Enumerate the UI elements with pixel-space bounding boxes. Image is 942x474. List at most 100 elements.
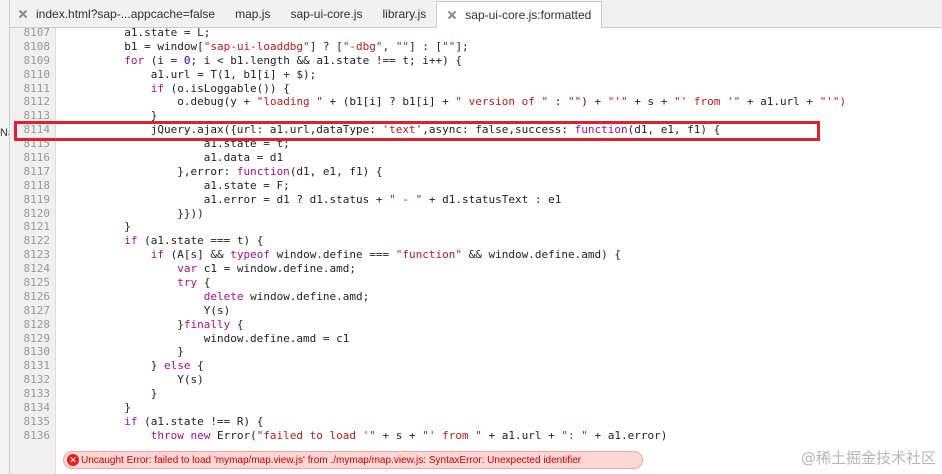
- line-number[interactable]: 8119: [10, 193, 51, 207]
- code-text: if (a1.state !== R) {: [58, 415, 263, 429]
- line-number[interactable]: 8126: [10, 290, 51, 304]
- line-number[interactable]: 8131: [10, 359, 51, 373]
- code-line: 8110 a1.url = T(1, b1[i] + $);: [10, 68, 942, 82]
- code-editor[interactable]: 8107 a1.state = L; 8108 b1 = window["sap-…: [10, 26, 942, 443]
- close-tab-icon[interactable]: [447, 10, 457, 20]
- close-tab-icon[interactable]: [18, 9, 28, 19]
- code-line: 8128 }finally {: [10, 318, 942, 332]
- code-token: + a1.url +: [740, 95, 820, 109]
- tab-label: sap-ui-core.js:formatted: [465, 7, 592, 22]
- code-token: if: [150, 248, 164, 262]
- watermark-text: @稀土掘金技术社区: [800, 449, 936, 467]
- code-token: "'": [607, 95, 628, 109]
- code-text: }: [58, 345, 184, 359]
- code-text: a1.url = T(1, b1[i] + $);: [58, 67, 317, 82]
- error-icon: ✕: [67, 454, 79, 466]
- code-text: }: [58, 401, 131, 415]
- line-number[interactable]: 8134: [10, 401, 51, 415]
- code-token: ) +: [581, 95, 608, 109]
- editor-tab[interactable]: sap-ui-core.js:formatted: [436, 1, 603, 28]
- code-token: a1.state = F;: [203, 178, 290, 192]
- code-token: {: [190, 359, 204, 373]
- line-number[interactable]: 8107: [10, 26, 51, 40]
- code-text: if (A[s] && typeof window.define === "fu…: [58, 248, 621, 262]
- code-line: 8133 }: [10, 387, 942, 401]
- code-text: }: [58, 387, 158, 401]
- code-token: (i =: [144, 53, 184, 67]
- code-token: if: [124, 234, 138, 248]
- code-text: window.define.amd = c1: [58, 332, 350, 346]
- code-line: 8130 }: [10, 345, 942, 359]
- code-line: 8123 if (A[s] && typeof window.define ==…: [10, 248, 942, 262]
- code-token: window.define ===: [269, 248, 396, 262]
- code-text: },error: function(d1, e1, f1) {: [58, 165, 382, 179]
- tab-label: index.html?sap-...appcache=false: [36, 7, 216, 21]
- line-number[interactable]: 8136: [10, 429, 51, 443]
- editor-tab[interactable]: library.js: [372, 1, 436, 27]
- code-token: + a1.url +: [481, 428, 562, 442]
- code-token: + d1.statusText : e1: [422, 192, 562, 206]
- code-text: if (a1.state === t) {: [58, 234, 263, 248]
- tab-label: map.js: [235, 7, 271, 21]
- line-number[interactable]: 8128: [10, 318, 51, 332]
- line-number[interactable]: 8112: [10, 95, 51, 109]
- code-line: 8129 window.define.amd = c1: [10, 332, 942, 346]
- code-token: }: [124, 401, 131, 415]
- line-number[interactable]: 8109: [10, 54, 51, 68]
- line-number[interactable]: 8124: [10, 262, 51, 276]
- code-token: " version of ": [455, 95, 549, 109]
- code-token: }: [177, 345, 184, 359]
- line-number[interactable]: 8133: [10, 387, 51, 401]
- line-number[interactable]: 8132: [10, 373, 51, 387]
- code-token: window.define.amd;: [243, 289, 370, 303]
- code-line: 8134 }: [10, 401, 942, 415]
- code-token: a1.error = d1 ? d1.status +: [203, 192, 390, 206]
- line-number[interactable]: 8117: [10, 165, 51, 179]
- code-token: if: [124, 414, 138, 428]
- code-line: 8118 a1.state = F;: [10, 179, 942, 193]
- console-error-message[interactable]: ✕ Uncaught Error: failed to load 'mymap/…: [63, 451, 643, 469]
- code-text: try {: [58, 276, 210, 290]
- line-number[interactable]: 8129: [10, 332, 51, 346]
- line-number[interactable]: 8122: [10, 234, 51, 248]
- code-text: delete window.define.amd;: [58, 289, 370, 304]
- code-line: 8116 a1.data = d1: [10, 151, 942, 165]
- code-text: }finally {: [58, 318, 243, 332]
- line-number[interactable]: 8121: [10, 220, 51, 234]
- code-line: 8112 o.debug(y + "loading " + (b1[i] ? b…: [10, 95, 942, 109]
- line-number[interactable]: 8118: [10, 179, 51, 193]
- code-line: 8107 a1.state = L;: [10, 26, 942, 40]
- error-text: Uncaught Error: failed to load 'mymap/ma…: [81, 454, 582, 466]
- code-line: 8122 if (a1.state === t) {: [10, 234, 942, 248]
- code-token: finally: [183, 317, 231, 331]
- line-number[interactable]: 8135: [10, 415, 51, 429]
- code-token: && window.define.amd) {: [462, 248, 621, 262]
- editor-tab[interactable]: sap-ui-core.js: [280, 1, 372, 27]
- code-token: a1.url = T(1, b1[i] + $);: [150, 67, 317, 81]
- line-number[interactable]: 8127: [10, 304, 51, 318]
- code-token: (A[s] &&: [163, 248, 231, 262]
- line-number[interactable]: 8108: [10, 40, 51, 54]
- code-token: }: [150, 359, 164, 373]
- line-number[interactable]: 8125: [10, 276, 51, 290]
- code-token: for: [124, 53, 145, 67]
- line-number[interactable]: 8116: [10, 151, 51, 165]
- editor-tab[interactable]: map.js: [225, 1, 280, 27]
- code-token: try: [177, 276, 198, 290]
- line-number[interactable]: 8111: [10, 82, 51, 96]
- code-line: 8109 for (i = 0; i < b1.length && a1.sta…: [10, 54, 942, 68]
- code-token: "' from '": [673, 95, 741, 109]
- code-token: ; i < b1.length && a1.state !== t; i++) …: [190, 53, 463, 67]
- code-text: Y(s): [58, 304, 231, 318]
- code-token: a1.data = d1: [203, 151, 284, 165]
- line-number[interactable]: 8120: [10, 207, 51, 221]
- code-token: + s +: [375, 428, 423, 442]
- line-number[interactable]: 8110: [10, 68, 51, 82]
- code-token: }: [177, 317, 184, 331]
- line-number[interactable]: 8130: [10, 345, 51, 359]
- line-number[interactable]: 8123: [10, 248, 51, 262]
- code-text: a1.data = d1: [58, 151, 283, 165]
- code-token: }})): [177, 206, 204, 220]
- code-text: a1.state = L;: [58, 26, 210, 40]
- editor-tab[interactable]: index.html?sap-...appcache=false: [10, 1, 225, 27]
